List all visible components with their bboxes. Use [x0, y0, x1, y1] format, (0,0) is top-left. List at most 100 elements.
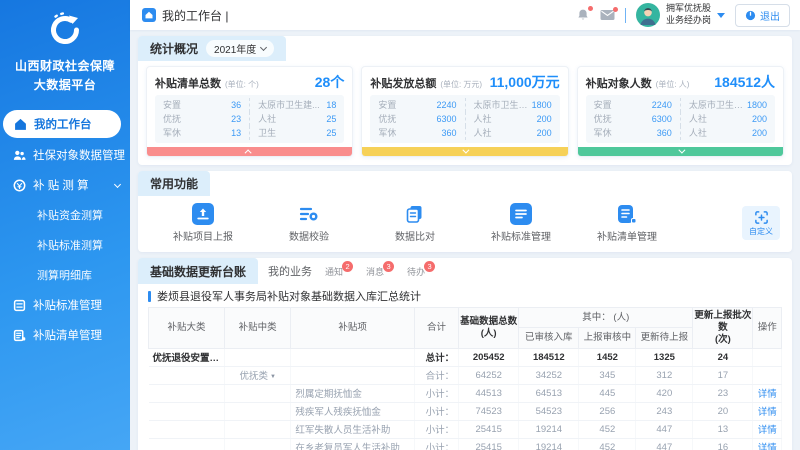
badge-notice[interactable]: 通知2 [325, 265, 353, 278]
standard-icon [510, 203, 532, 225]
stat-breakdown: 安置2240太原市卫生建...1800 优抚6300人社200 军休360人社2… [370, 95, 559, 143]
cell-major: 优抚退役安置类▼ [149, 348, 225, 366]
quick-item-list-mgmt[interactable]: 补贴清单管理 [574, 203, 680, 243]
cell-batches: 17 [693, 366, 753, 384]
cell-mid: 优抚类▼ [224, 366, 290, 384]
cell-reviewing: 445 [579, 384, 636, 402]
collapse-toggle-bar[interactable] [147, 147, 352, 156]
cell-agg: 小计： [414, 420, 458, 438]
collapse-toggle-bar[interactable] [578, 147, 783, 156]
stat-card-amount-total: 补贴发放总额 (单位: 万元) 11,000万元 安置2240太原市卫生建...… [361, 66, 568, 157]
sidebar-item-list-mgmt[interactable]: 补贴清单管理 [0, 320, 130, 350]
logo: 山西财政社会保障 大数据平台 [0, 0, 130, 102]
table-subtitle: 娄烦县退役军人事务局补贴对象基础数据入库汇总统计 [138, 284, 792, 307]
cell-batches: 16 [693, 438, 753, 450]
sidebar-item-label: 补贴标准管理 [33, 297, 102, 313]
cell-reviewed: 184512 [519, 348, 579, 366]
detail-link[interactable]: 详情 [753, 384, 782, 402]
table-row: 烈属定期抚恤金 小计： 44513 64513 445 420 23 详情 [149, 384, 782, 402]
tab-ledger[interactable]: 基础数据更新台账 [138, 258, 258, 284]
quick-item-standard-mgmt[interactable]: 补贴标准管理 [468, 203, 574, 243]
cell-reviewed: 64513 [519, 384, 579, 402]
sidebar-item-workbench[interactable]: 我的工作台 [3, 110, 121, 138]
cell-reviewed: 19214 [519, 438, 579, 450]
collapse-toggle-bar[interactable] [362, 147, 567, 156]
quick-item-data-verify[interactable]: 数据校验 [256, 203, 362, 243]
sidebar-item-calc-detail[interactable]: 测算明细库 [0, 260, 130, 290]
chevron-down-icon [114, 181, 121, 188]
cell-agg: 小计： [414, 438, 458, 450]
sidebar-item-standard-calc[interactable]: 补贴标准测算 [0, 230, 130, 260]
table-row: 优抚类▼ 合计： 64252 34252 345 312 17 [149, 366, 782, 384]
list-icon [616, 203, 638, 225]
quick-item-data-compare[interactable]: 数据比对 [362, 203, 468, 243]
sidebar-item-label: 社保对象数据管理 [33, 147, 125, 163]
badge-message[interactable]: 消息3 [366, 265, 394, 278]
notification-dot [588, 6, 593, 11]
customize-button[interactable]: 自定义 [742, 206, 780, 240]
badge-todo[interactable]: 待办3 [407, 265, 435, 278]
cell-item: 在乡老复员军人生活补助 [291, 438, 414, 450]
cell-item [291, 366, 414, 384]
col-header-reviewing: 上报审核中 [579, 328, 636, 348]
user-role: 拥军优抚股 业务经办岗 [666, 3, 711, 26]
detail-link[interactable]: 详情 [753, 438, 782, 450]
cell-total: 44513 [459, 384, 519, 402]
chevron-down-icon [463, 147, 470, 154]
topbar-actions: 拥军优抚股 业务经办岗 退出 [576, 3, 790, 27]
stat-unit: (单位: 人) [656, 79, 711, 90]
notification-bell-icon[interactable] [576, 8, 590, 22]
quick-actions-body: 补贴项目上报 数据校验 数据比对 补贴标准管理 补贴清单管理 [138, 196, 792, 252]
cell-reviewed: 34252 [519, 366, 579, 384]
year-filter-dropdown[interactable]: 2021年度 [206, 40, 274, 57]
customize-icon [754, 210, 769, 225]
sidebar-item-fund-calc[interactable]: 补贴资金测算 [0, 200, 130, 230]
cell-mid [224, 348, 290, 366]
cell-batches: 24 [693, 348, 753, 366]
cell-mid [224, 402, 290, 420]
user-menu[interactable]: 拥军优抚股 业务经办岗 [636, 3, 725, 27]
caret-down-icon[interactable]: ▼ [221, 356, 224, 362]
cell-reviewing: 1452 [579, 348, 636, 366]
stat-unit: (单位: 万元) [440, 79, 485, 90]
quick-actions-title: 常用功能 [150, 175, 198, 192]
badge-count: 3 [383, 261, 394, 272]
cell-batches: 13 [693, 420, 753, 438]
sidebar-item-subsidy-calc[interactable]: 补 贴 测 算 [0, 170, 130, 200]
tab-my-business[interactable]: 我的业务 通知2 消息3 待办3 [258, 258, 445, 284]
summary-table: 补贴大类 补贴中类 补贴项 合计 基础数据总数 (人) 其中： (人) 更新上报… [138, 307, 792, 450]
col-header-action: 操作 [753, 308, 782, 349]
col-header-among: 其中： (人) [519, 308, 693, 328]
cell-agg: 小计： [414, 384, 458, 402]
cell-major [149, 402, 225, 420]
cell-item: 烈属定期抚恤金 [291, 384, 414, 402]
verify-icon [298, 203, 320, 225]
table-row: 在乡老复员军人生活补助 小计： 25415 19214 452 447 16 详… [149, 438, 782, 450]
logout-button[interactable]: 退出 [735, 4, 790, 27]
detail-link[interactable]: 详情 [753, 420, 782, 438]
chevron-down-icon [260, 44, 267, 51]
badge-count: 2 [342, 261, 353, 272]
cell-mid [224, 420, 290, 438]
power-icon [745, 10, 756, 21]
col-header-base-total: 基础数据总数 (人) [459, 308, 519, 349]
col-header-agg: 合计 [414, 308, 458, 349]
stat-title: 补贴发放总额 [370, 75, 436, 91]
sidebar-item-social-data[interactable]: 社保对象数据管理 [0, 140, 130, 170]
mail-dot [613, 7, 618, 12]
stat-title: 补贴清单总数 [155, 75, 221, 91]
quick-item-project-upload[interactable]: 补贴项目上报 [150, 203, 256, 243]
chevron-down-icon [717, 13, 725, 18]
accent-bar [148, 291, 151, 302]
stat-breakdown: 安置2240太原市卫生建...1800 优抚6300人社200 军休360人社2… [586, 95, 775, 143]
stat-value: 184512人 [714, 72, 775, 92]
caret-down-icon[interactable]: ▼ [270, 374, 276, 380]
cell-reviewing: 345 [579, 366, 636, 384]
col-header-item: 补贴项 [291, 308, 414, 349]
topbar: 我的工作台 | 拥军优抚股 业务经办岗 退出 [130, 0, 800, 30]
sidebar-item-standard-mgmt[interactable]: 补贴标准管理 [0, 290, 130, 320]
mail-icon[interactable] [600, 9, 615, 21]
detail-link[interactable]: 详情 [753, 402, 782, 420]
table-row: 优抚退役安置类▼ 总计： 205452 184512 1452 1325 24 [149, 348, 782, 366]
cell-mid [224, 438, 290, 450]
